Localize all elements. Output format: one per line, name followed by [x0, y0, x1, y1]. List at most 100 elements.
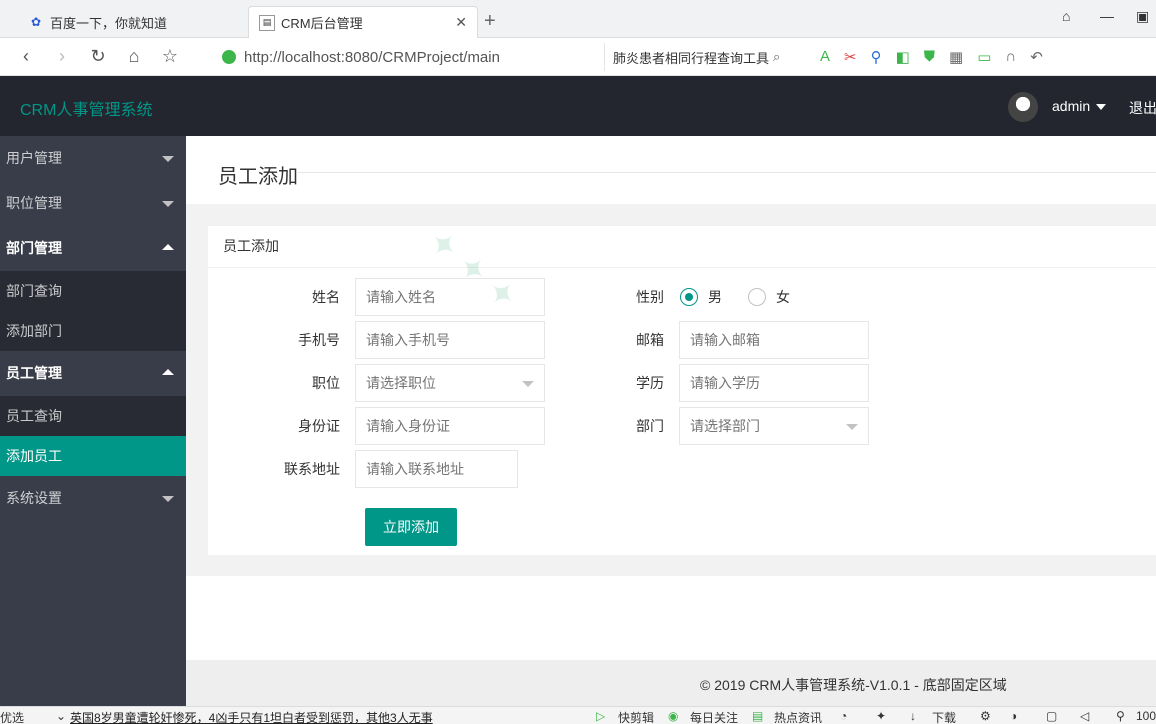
- name-input[interactable]: 请输入姓名: [355, 278, 545, 316]
- sidebar-item-department-management[interactable]: 部门管理: [0, 226, 186, 271]
- gender-female-radio[interactable]: 女: [748, 278, 790, 316]
- scissors-icon[interactable]: ✂: [844, 48, 857, 66]
- position-label: 职位: [312, 375, 340, 391]
- url-text[interactable]: http://localhost:8080/CRMProject/main: [244, 49, 500, 66]
- title-divider: [298, 172, 1156, 173]
- address-bar[interactable]: http://localhost:8080/CRMProject/main: [214, 43, 594, 71]
- sidebar-submenu-department: 部门查询 添加部门: [0, 271, 186, 351]
- sidebar-item-label: 部门管理: [6, 240, 62, 256]
- browser-tab-baidu[interactable]: ✿ 百度一下，你就知道: [18, 6, 246, 38]
- quick-clip-link[interactable]: 快剪辑: [618, 709, 654, 724]
- play-icon: ▷: [596, 709, 606, 723]
- hot-news-link[interactable]: 热点资讯: [774, 709, 822, 724]
- forward-icon[interactable]: ›: [44, 46, 80, 67]
- back-icon[interactable]: ‹: [8, 46, 44, 67]
- refresh-icon[interactable]: ↻: [80, 46, 116, 67]
- gender-female-label: 女: [776, 289, 790, 305]
- maximize-icon[interactable]: ▣: [1136, 8, 1149, 25]
- daily-focus-link[interactable]: 每日关注: [690, 709, 738, 724]
- education-input[interactable]: 请输入学历: [679, 364, 869, 402]
- sidebar-item-label: 用户管理: [6, 150, 62, 166]
- pin-icon[interactable]: ✦: [876, 709, 886, 723]
- shield-icon[interactable]: ⛊: [924, 48, 935, 66]
- chevron-down-icon: [162, 201, 174, 207]
- sidebar-item-add-department[interactable]: 添加部门: [0, 311, 186, 351]
- chevron-down-icon: [162, 156, 174, 162]
- sidebar-item-position-management[interactable]: 职位管理: [0, 181, 186, 226]
- position-select-placeholder: 请选择职位: [366, 375, 436, 391]
- speed-icon[interactable]: ◔: [840, 709, 847, 723]
- page-title: 员工添加: [218, 166, 298, 188]
- shirt-skin-icon[interactable]: ⌂: [1062, 8, 1070, 24]
- sidebar-item-employee-management[interactable]: 员工管理: [0, 351, 186, 396]
- play-circle-icon: ◉: [668, 709, 679, 723]
- sidebar-submenu-employee: 员工查询 添加员工: [0, 396, 186, 476]
- chevron-down-icon: [1096, 104, 1107, 111]
- app-logo[interactable]: CRM人事管理系统: [20, 96, 152, 120]
- search-text[interactable]: 肺炎患者相同行程查询工具: [613, 48, 769, 67]
- tab-label: CRM后台管理: [281, 16, 363, 31]
- sidebar-item-employee-query[interactable]: 员工查询: [0, 396, 186, 436]
- gamepad-icon[interactable]: ◧: [896, 48, 910, 66]
- sidebar-item-add-employee[interactable]: 添加员工: [0, 436, 186, 476]
- submit-button[interactable]: 立即添加: [365, 508, 457, 546]
- home-icon[interactable]: ⌂: [116, 46, 152, 67]
- translate-icon[interactable]: A: [820, 48, 830, 66]
- sidebar-item-user-management[interactable]: 用户管理: [0, 136, 186, 181]
- window-icon[interactable]: ▢: [1046, 709, 1057, 723]
- battery-icon[interactable]: ▭: [977, 48, 991, 66]
- browser-tab-crm[interactable]: ▤ CRM后台管理 ✕: [248, 6, 478, 38]
- radio-unchecked-icon: [748, 288, 766, 306]
- email-input[interactable]: 请输入邮箱: [679, 321, 869, 359]
- zoom-level[interactable]: 100: [1136, 709, 1156, 723]
- gender-male-radio[interactable]: 男: [680, 278, 722, 316]
- volume-icon[interactable]: ◁: [1080, 709, 1089, 723]
- apps-grid-icon[interactable]: ▦: [949, 48, 963, 66]
- user-menu[interactable]: admin: [1052, 98, 1107, 114]
- star-icon[interactable]: ☆: [152, 46, 188, 67]
- chevron-down-icon: [846, 424, 858, 430]
- browser-toolbar: ‹ › ↻ ⌂ ☆ http://localhost:8080/CRMProje…: [0, 38, 1156, 76]
- close-tab-icon[interactable]: ✕: [455, 14, 467, 31]
- browser-tab-bar: ✿ 百度一下，你就知道 ▤ CRM后台管理 ✕ + ⌂ — ▣: [0, 0, 1156, 38]
- extension-icons: A ✂ ⚲ ◧ ⛊ ▦ ▭ ∩ ↶: [820, 48, 1043, 66]
- sidebar-item-system-settings[interactable]: 系统设置: [0, 476, 186, 521]
- department-label: 部门: [636, 418, 664, 434]
- status-left-label[interactable]: 优选: [0, 709, 24, 724]
- phone-input[interactable]: 请输入手机号: [355, 321, 545, 359]
- download-link[interactable]: 下载: [932, 709, 956, 724]
- avatar[interactable]: [1008, 92, 1038, 122]
- address-input[interactable]: 请输入联系地址: [355, 450, 518, 488]
- email-label: 邮箱: [636, 332, 664, 348]
- download-icon: ↓: [910, 709, 916, 723]
- sidebar-item-department-query[interactable]: 部门查询: [0, 271, 186, 311]
- zoom-icon: ⚲: [1116, 709, 1125, 723]
- new-tab-button[interactable]: +: [484, 10, 496, 33]
- content-blank-area: [186, 576, 1156, 660]
- search-icon[interactable]: ⌕: [773, 49, 780, 65]
- chevron-down-icon: [162, 496, 174, 502]
- browser-search-box[interactable]: 肺炎患者相同行程查询工具 ⌕: [604, 43, 799, 71]
- undo-icon[interactable]: ↶: [1030, 48, 1043, 66]
- settings-icon[interactable]: ⚙: [980, 709, 991, 723]
- department-select[interactable]: 请选择部门: [679, 407, 869, 445]
- minimize-icon[interactable]: —: [1100, 8, 1114, 24]
- title-bar: 员工添加: [186, 136, 1156, 204]
- page-favicon-icon: ▤: [259, 14, 275, 31]
- browser-icon[interactable]: ◑: [1010, 709, 1017, 723]
- logout-link[interactable]: 退出: [1129, 98, 1156, 118]
- chevron-down-icon: [522, 381, 534, 387]
- main-content: 员工添加 员工添加 姓名 请输入姓名 性别 男 女 手机号 请输入手机号 邮箱 …: [186, 136, 1156, 706]
- position-select[interactable]: 请选择职位: [355, 364, 545, 402]
- gender-label: 性别: [636, 289, 664, 305]
- chevron-up-icon: [162, 244, 174, 250]
- chevron-up-icon: [162, 369, 174, 375]
- username-label: admin: [1052, 98, 1091, 114]
- idcard-input[interactable]: 请输入身份证: [355, 407, 545, 445]
- sidebar-item-label: 系统设置: [6, 490, 62, 506]
- gender-male-label: 男: [708, 289, 722, 305]
- news-headline-link[interactable]: 英国8岁男童遭轮奸惨死，4凶手只有1坦白者受到惩罚，其他3人无事: [70, 709, 433, 724]
- magnifier-icon[interactable]: ⚲: [871, 48, 882, 66]
- headphones-icon[interactable]: ∩: [1005, 48, 1016, 66]
- department-select-placeholder: 请选择部门: [690, 418, 760, 434]
